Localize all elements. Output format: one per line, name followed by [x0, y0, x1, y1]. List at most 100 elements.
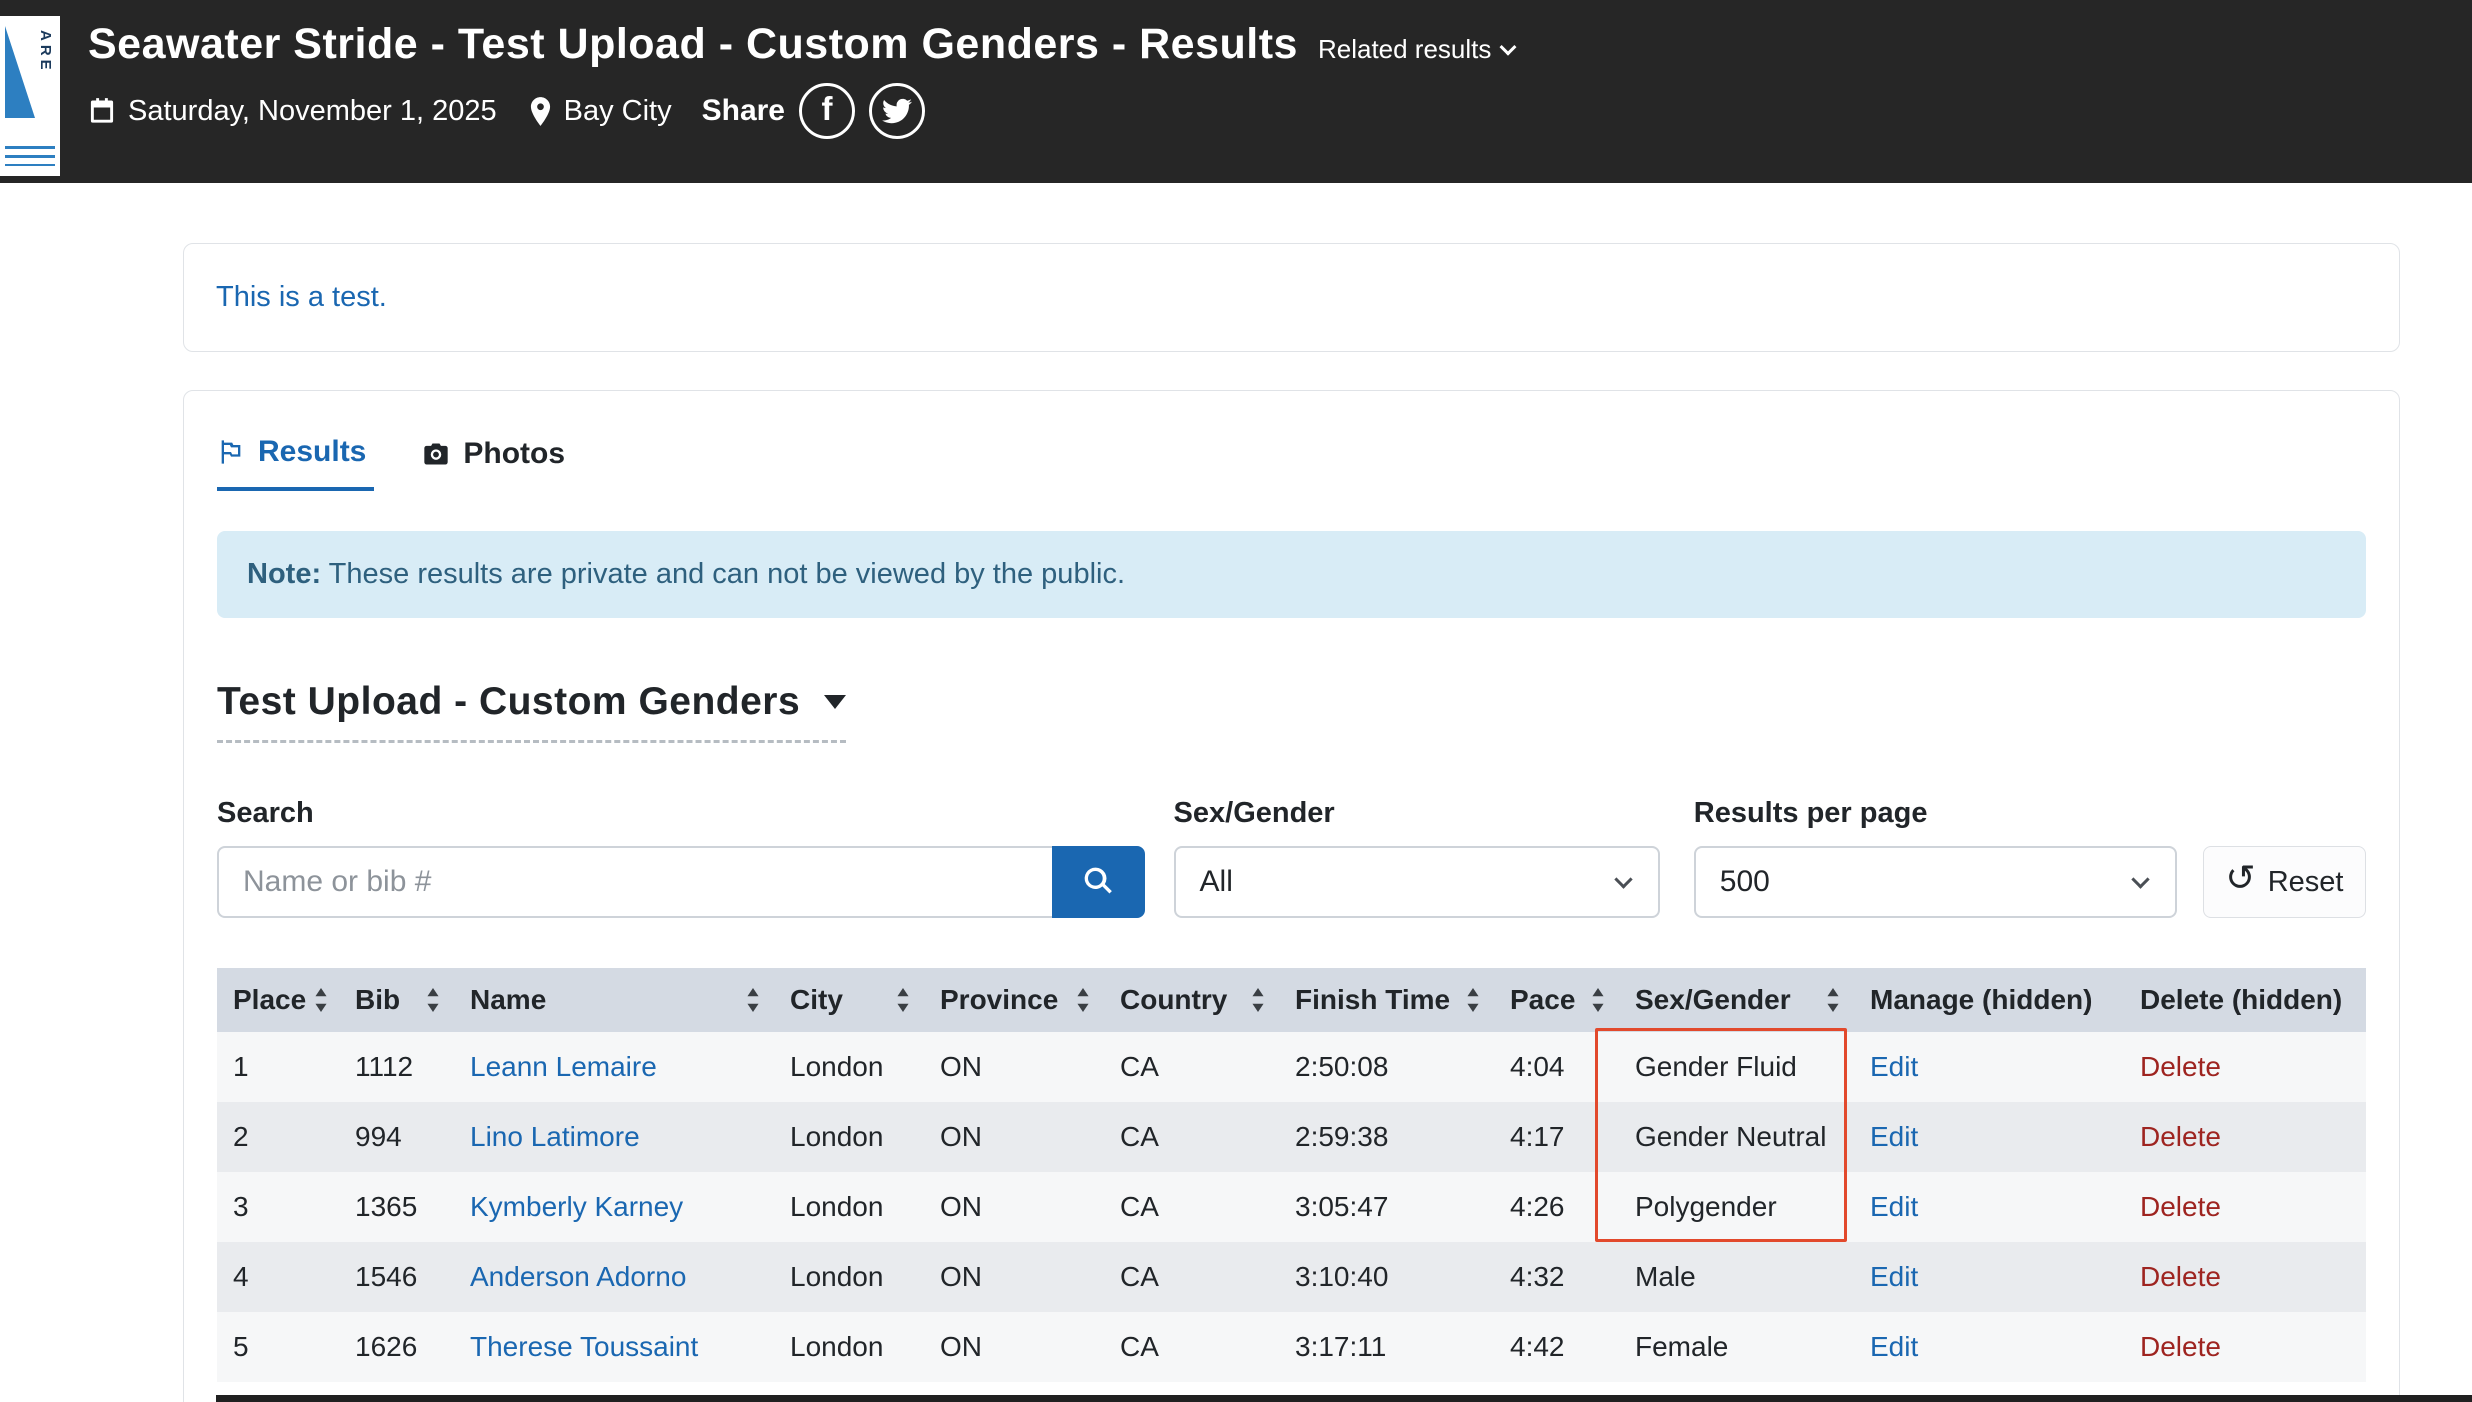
finish-time-cell: 3:17:11: [1279, 1312, 1494, 1382]
column-header-finish-time[interactable]: Finish Time: [1279, 968, 1494, 1032]
gender-select-value: All: [1200, 865, 1233, 899]
event-title: Test Upload - Custom Genders: [217, 680, 800, 724]
gender-cell: Male: [1619, 1242, 1854, 1312]
event-meta-row: Saturday, November 1, 2025 Bay City Shar…: [0, 69, 2472, 139]
event-selector-dropdown[interactable]: Test Upload - Custom Genders: [217, 680, 846, 743]
search-group: Search: [217, 797, 1145, 918]
edit-link[interactable]: Edit: [1870, 1261, 1918, 1292]
sort-icon: [426, 988, 440, 1012]
tab-results[interactable]: Results: [217, 431, 374, 491]
related-results-label: Related results: [1318, 34, 1491, 65]
column-label: Sex/Gender: [1635, 984, 1791, 1016]
page-title: Seawater Stride - Test Upload - Custom G…: [88, 20, 1298, 69]
calendar-icon: [88, 97, 116, 125]
per-page-group: Results per page 500: [1694, 797, 2177, 918]
column-label: Pace: [1510, 984, 1575, 1016]
participant-link[interactable]: Kymberly Karney: [470, 1191, 683, 1222]
column-header-country[interactable]: Country: [1104, 968, 1279, 1032]
delete-cell: Delete: [2124, 1242, 2366, 1312]
country-cell: CA: [1104, 1312, 1279, 1382]
place-cell: 1: [217, 1032, 339, 1102]
column-label: Finish Time: [1295, 984, 1450, 1016]
table-row: 3 1365 Kymberly Karney London ON CA 3:05…: [217, 1172, 2366, 1242]
per-page-select[interactable]: 500: [1694, 846, 2177, 918]
participant-link[interactable]: Anderson Adorno: [470, 1261, 686, 1292]
gender-cell: Female: [1619, 1312, 1854, 1382]
province-cell: ON: [924, 1102, 1104, 1172]
column-label: City: [790, 984, 843, 1016]
delete-link[interactable]: Delete: [2140, 1191, 2221, 1222]
column-header-gender[interactable]: Sex/Gender: [1619, 968, 1854, 1032]
logo-text: ARE: [37, 30, 54, 74]
country-cell: CA: [1104, 1032, 1279, 1102]
edit-link[interactable]: Edit: [1870, 1191, 1918, 1222]
main-content: This is a test. Results Photos N: [0, 183, 2472, 1402]
delete-link[interactable]: Delete: [2140, 1331, 2221, 1362]
sort-icon: [1591, 988, 1605, 1012]
race-header: ARE Seawater Stride - Test Upload - Cust…: [0, 0, 2472, 183]
participant-link[interactable]: Therese Toussaint: [470, 1331, 698, 1362]
place-cell: 4: [217, 1242, 339, 1312]
column-header-bib[interactable]: Bib: [339, 968, 454, 1032]
event-date: Saturday, November 1, 2025: [128, 95, 497, 128]
tab-results-label: Results: [258, 435, 366, 469]
flag-icon: [217, 438, 245, 466]
chevron-down-icon: [1614, 870, 1632, 888]
city-cell: London: [774, 1312, 924, 1382]
bib-cell: 1365: [339, 1172, 454, 1242]
column-label: Bib: [355, 984, 400, 1016]
participant-link[interactable]: Leann Lemaire: [470, 1051, 657, 1082]
edit-link[interactable]: Edit: [1870, 1331, 1918, 1362]
edit-link[interactable]: Edit: [1870, 1121, 1918, 1152]
facebook-share-button[interactable]: f: [799, 83, 855, 139]
column-header-pace[interactable]: Pace: [1494, 968, 1619, 1032]
column-header-city[interactable]: City: [774, 968, 924, 1032]
reset-button[interactable]: ↺ Reset: [2203, 846, 2366, 918]
column-label: Province: [940, 984, 1058, 1016]
delete-link[interactable]: Delete: [2140, 1121, 2221, 1152]
manage-cell: Edit: [1854, 1172, 2124, 1242]
bib-cell: 1112: [339, 1032, 454, 1102]
sort-icon: [1076, 988, 1090, 1012]
city-cell: London: [774, 1032, 924, 1102]
tab-photos[interactable]: Photos: [422, 431, 573, 491]
tab-bar: Results Photos: [217, 431, 2366, 491]
description-link[interactable]: This is a test.: [216, 281, 387, 313]
results-table: Place Bib Name City Province Country Fin…: [217, 968, 2366, 1382]
section-head: Test Upload - Custom Genders: [217, 680, 2366, 743]
pace-cell: 4:26: [1494, 1172, 1619, 1242]
per-page-select-value: 500: [1720, 865, 1770, 899]
twitter-share-button[interactable]: [869, 83, 925, 139]
delete-link[interactable]: Delete: [2140, 1261, 2221, 1292]
manage-cell: Edit: [1854, 1242, 2124, 1312]
edit-link[interactable]: Edit: [1870, 1051, 1918, 1082]
sort-icon: [314, 988, 328, 1012]
manage-cell: Edit: [1854, 1312, 2124, 1382]
sort-icon: [896, 988, 910, 1012]
gender-cell: Gender Neutral: [1619, 1102, 1854, 1172]
race-logo: ARE: [0, 16, 60, 176]
location-icon: [529, 97, 552, 126]
column-label: Delete (hidden): [2140, 984, 2342, 1016]
alert-bold-label: Note:: [247, 558, 321, 590]
search-input[interactable]: [217, 846, 1052, 918]
delete-link[interactable]: Delete: [2140, 1051, 2221, 1082]
gender-select[interactable]: All: [1174, 846, 1660, 918]
participant-link[interactable]: Lino Latimore: [470, 1121, 640, 1152]
per-page-label: Results per page: [1694, 797, 2177, 830]
column-header-province[interactable]: Province: [924, 968, 1104, 1032]
column-label: Place: [233, 984, 306, 1016]
table-header-row: Place Bib Name City Province Country Fin…: [217, 968, 2366, 1032]
event-location: Bay City: [564, 95, 672, 128]
province-cell: ON: [924, 1032, 1104, 1102]
related-results-dropdown[interactable]: Related results: [1318, 34, 1514, 65]
sort-icon: [1466, 988, 1480, 1012]
manage-cell: Edit: [1854, 1032, 2124, 1102]
search-button[interactable]: [1052, 846, 1145, 918]
twitter-icon: [882, 96, 912, 126]
column-header-name[interactable]: Name: [454, 968, 774, 1032]
column-header-place[interactable]: Place: [217, 968, 339, 1032]
logo-sail-graphic: [5, 26, 35, 118]
delete-cell: Delete: [2124, 1312, 2366, 1382]
bib-cell: 1546: [339, 1242, 454, 1312]
